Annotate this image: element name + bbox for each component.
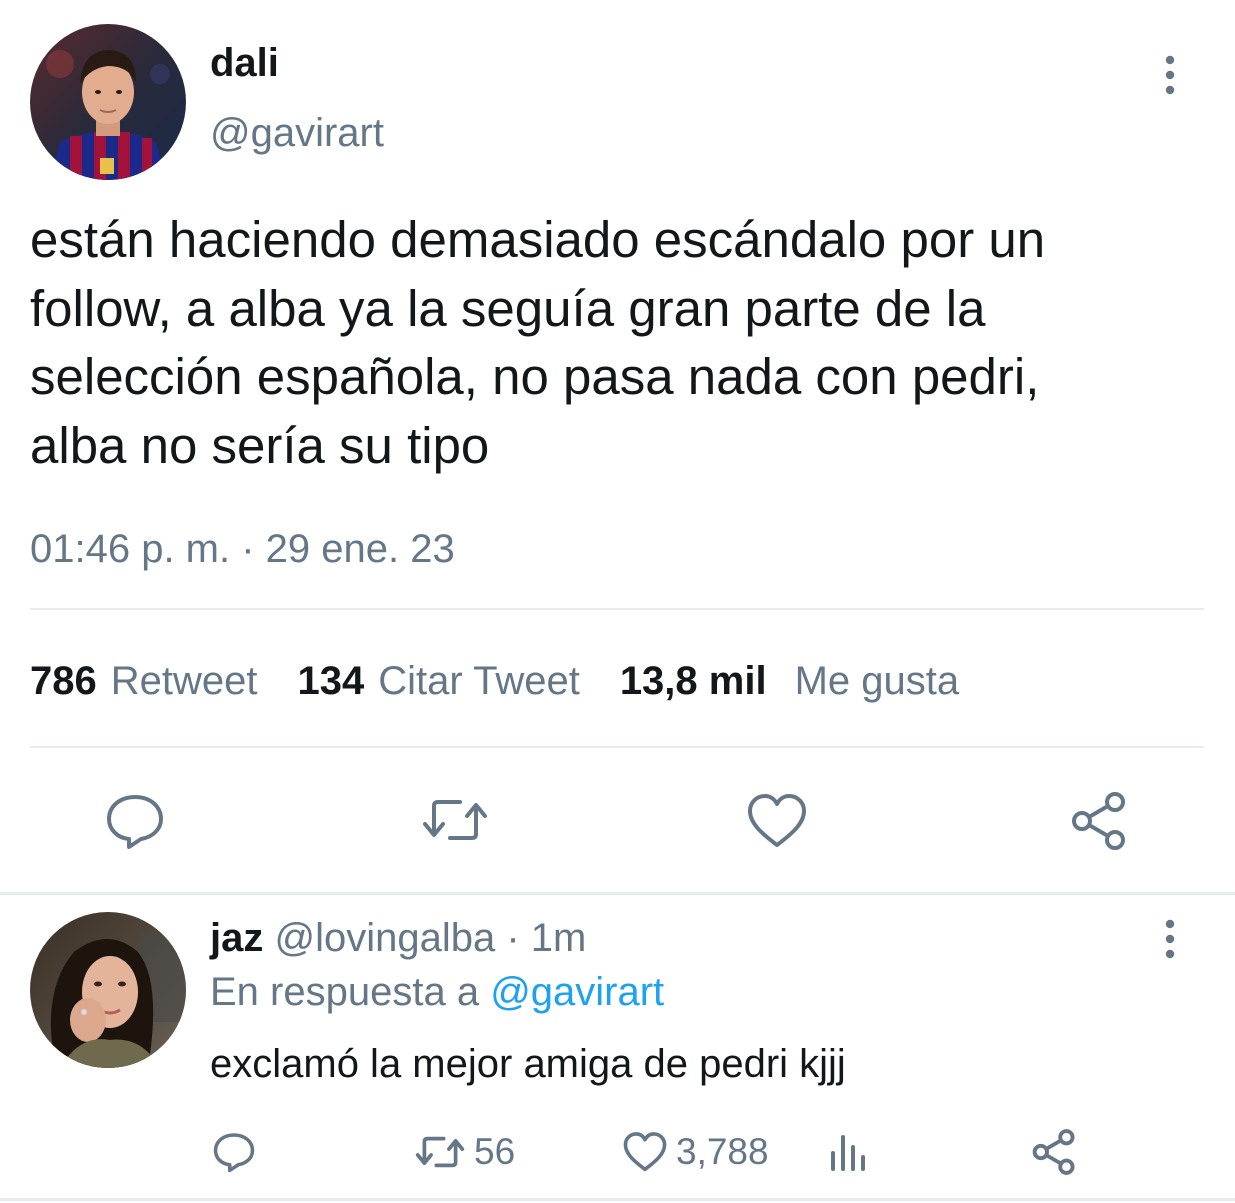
author-avatar[interactable] [30,24,186,180]
reply-author-name[interactable]: jaz [210,916,263,960]
quotes-count: 134 [297,659,365,703]
replying-to-prefix: En respuesta a [210,970,491,1014]
more-options-icon[interactable] [1150,52,1190,98]
divider [30,746,1204,748]
reply-retweet-count: 56 [474,1131,516,1172]
analytics-icon [831,1135,865,1171]
replying-to-handle[interactable]: @gavirart [490,970,664,1014]
share-icon [1032,1129,1075,1175]
reply-retweet-button[interactable]: 56 [414,1128,515,1176]
retweet-icon[interactable] [420,794,490,851]
likes-stat[interactable]: 13,8 mil Me gusta [620,655,959,707]
meta-separator: · [495,916,531,960]
retweets-stat[interactable]: 786 Retweet [30,655,258,707]
likes-count: 13,8 mil [619,659,767,703]
divider [30,608,1204,610]
tweet-separator [0,892,1235,895]
author-handle[interactable]: @gavirart [210,108,384,158]
avatar-photo [30,912,186,1068]
reply-reply-button[interactable] [212,1128,256,1176]
tweet-stats: 786 Retweet 134 Citar Tweet 13,8 mil Me gus… [30,655,959,707]
reply-header: jaz @lovingalba · 1m [210,912,586,964]
retweets-count: 786 [30,659,97,703]
reply-like-button[interactable]: 3,788 [622,1128,769,1176]
reply-icon[interactable] [104,792,166,855]
avatar-photo [30,24,186,180]
reply-analytics-button[interactable] [828,1128,870,1176]
reply-text: exclamó la mejor amiga de pedri kjjj [210,1042,846,1086]
reply-time[interactable]: 1m [531,916,587,960]
replying-to: En respuesta a @gavirart [210,966,664,1018]
share-icon[interactable] [1068,790,1130,857]
retweets-label: Retweet [110,659,258,703]
like-icon [623,1132,667,1172]
reply-icon [213,1133,255,1173]
tweet-text: están haciendo demasiado escándalo por u… [30,211,1046,474]
quotes-stat[interactable]: 134 Citar Tweet [298,655,580,707]
likes-label: Me gusta [794,659,960,703]
bottom-separator [0,1198,1235,1201]
reply-author-avatar[interactable] [30,912,186,1068]
author-name[interactable]: dali [210,38,279,88]
reply-more-options-icon[interactable] [1150,916,1190,962]
tweet-timestamp[interactable]: 01:46 p. m. · 29 ene. 23 [30,523,455,575]
retweet-icon [415,1136,465,1168]
like-icon[interactable] [746,792,808,855]
reply-share-button[interactable] [1030,1128,1078,1176]
reply-like-count: 3,788 [676,1131,769,1172]
reply-author-handle[interactable]: @lovingalba [274,916,495,960]
quotes-label: Citar Tweet [378,659,580,703]
